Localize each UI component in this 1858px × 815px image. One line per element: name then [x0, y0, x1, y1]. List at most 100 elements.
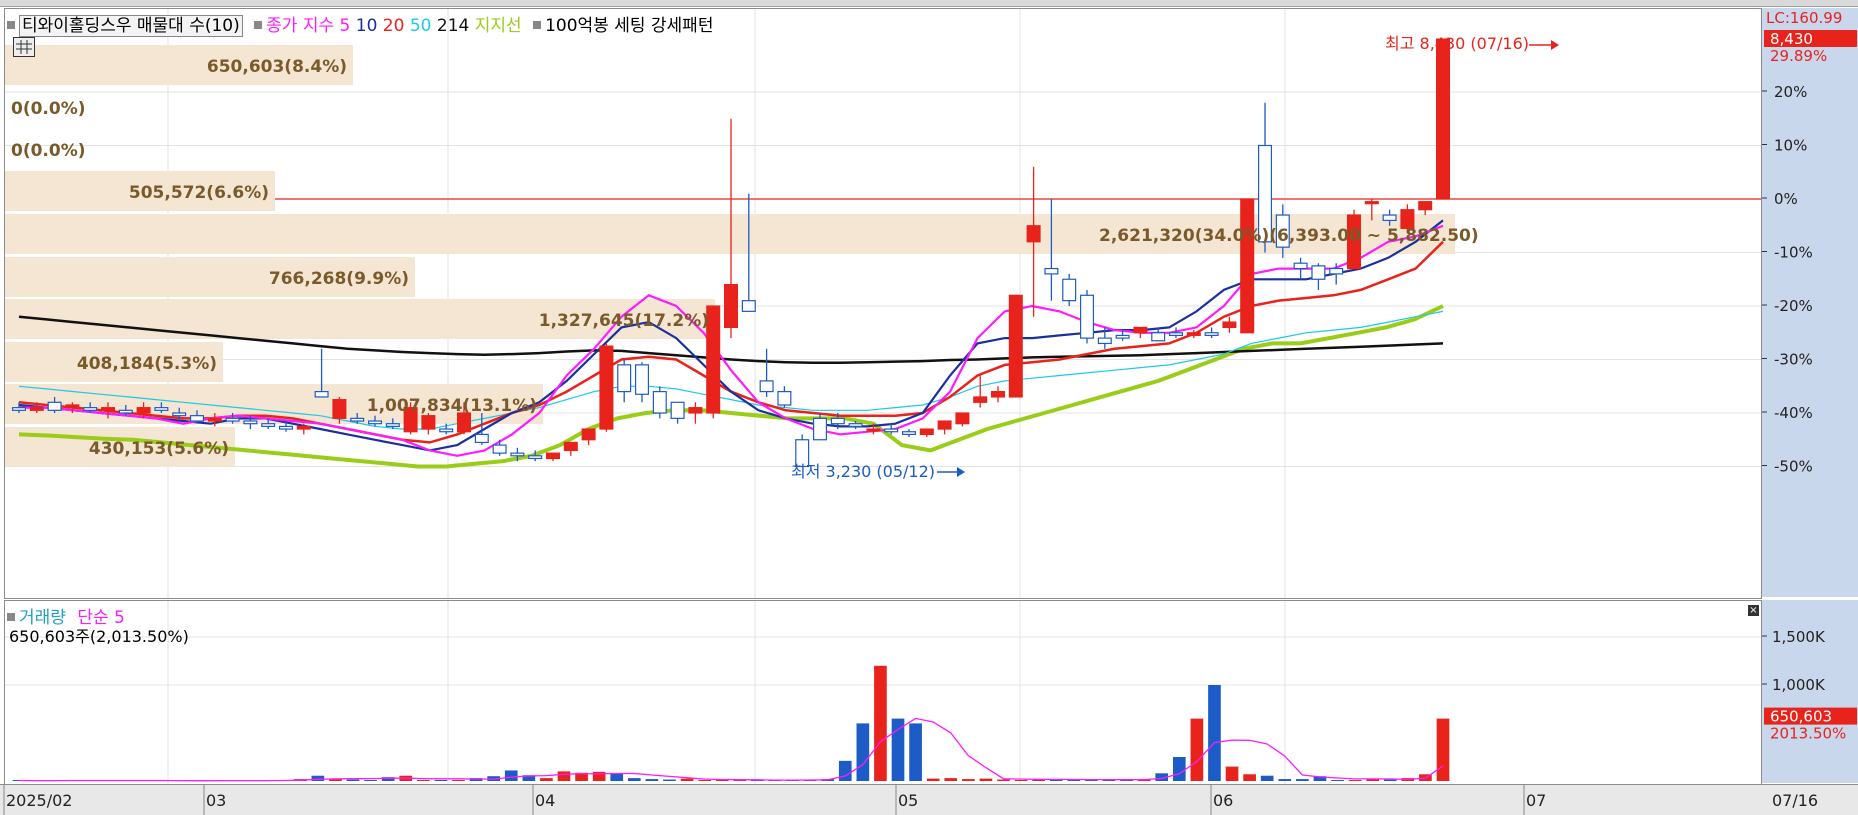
- candle-body: [296, 425, 311, 430]
- price-axis-label: -10%: [1774, 244, 1813, 262]
- volume-bar: [1208, 685, 1221, 781]
- date-axis-label: 07: [1526, 791, 1546, 810]
- volume-profile-label: 1,007,834(13.1%): [367, 396, 537, 416]
- candle-body: [599, 345, 614, 430]
- legend-ma20[interactable]: 20: [383, 16, 405, 36]
- legend-ma10[interactable]: 10: [356, 16, 378, 36]
- date-axis-label: 2025/02: [6, 791, 72, 810]
- volume-bar: [997, 779, 1010, 781]
- current-date-label: 07/16: [1772, 791, 1818, 810]
- legend-handle-icon[interactable]: [254, 21, 263, 29]
- price-chart-svg[interactable]: 650,603(8.4%) 0(0.0%) 0(0.0%) 505,572(6.6%)…: [5, 9, 1761, 598]
- volume-bar: [504, 770, 518, 781]
- legend-handle-icon[interactable]: [7, 21, 15, 29]
- volume-panel[interactable]: 거래량 단순 5 650,603주(2,013.50%) ×: [4, 600, 1762, 785]
- price-axis-svg: LC:160.99 8,43029.89% 20% 10% 0% -10% -20% -30%…: [1762, 9, 1857, 476]
- candle-body: [314, 391, 329, 398]
- volume-bar: [874, 665, 887, 781]
- candle-body: [65, 404, 80, 409]
- volume-bar: [1348, 780, 1362, 781]
- candle-body: [777, 391, 792, 406]
- candle-body: [1382, 214, 1397, 222]
- volume-axis[interactable]: 1,500K 1,000K 650,603 2013.50%: [1761, 600, 1858, 783]
- date-axis[interactable]: 2025/02 03 04 05 06 07 07/16: [0, 784, 1858, 815]
- candle-body: [83, 407, 98, 411]
- volume-bar: [891, 718, 905, 781]
- legend-handle-icon[interactable]: [533, 21, 542, 29]
- volume-bar: [838, 760, 852, 781]
- candle-body: [154, 407, 169, 411]
- date-axis-label: 06: [1213, 791, 1233, 810]
- candle-body: [723, 284, 739, 329]
- price-axis-label: 20%: [1774, 83, 1807, 101]
- candle-body: [634, 364, 650, 395]
- price-axis-label: -20%: [1774, 297, 1813, 315]
- candle-body: [848, 423, 863, 427]
- low-arrow-icon: [957, 467, 965, 477]
- candle-body: [510, 452, 525, 457]
- volume-bar: [434, 780, 448, 781]
- volume-axis-svg: 1,500K 1,000K 650,6032013.50%: [1762, 628, 1857, 743]
- volume-profile-label: 430,153(5.6%): [89, 439, 229, 459]
- legend-handle-icon[interactable]: [7, 613, 15, 621]
- candle-body: [118, 409, 133, 414]
- candle-body: [1186, 332, 1201, 337]
- price-axis[interactable]: LC:160.99 8,430 29.89% 20% 10% 0% -10% -20% -30%…: [1761, 8, 1858, 597]
- volume-profile-label: 505,572(6.6%): [129, 183, 269, 203]
- candle-body: [973, 396, 988, 403]
- candle-body: [29, 407, 44, 411]
- legend-ma50[interactable]: 50: [410, 16, 432, 36]
- candle-body: [617, 364, 632, 393]
- candle-body: [830, 417, 845, 425]
- candle-body: [243, 420, 258, 425]
- volume-axis-label: 1,000K: [1772, 676, 1826, 694]
- candle-body: [492, 444, 507, 454]
- volume-profile-label: 2,621,320(34.0%)(6,393.00 ~ 5,882.50): [1099, 226, 1479, 246]
- candle-body: [1168, 332, 1184, 337]
- volume-bar: [1260, 775, 1274, 781]
- price-legend: 티와이홀딩스우 매물대 수(10) 종가 지수 5 10 20 50 214 지…: [7, 11, 713, 37]
- candle-body: [919, 428, 934, 435]
- volume-bar: [557, 771, 571, 781]
- current-volume-pct: 2013.50%: [1770, 725, 1846, 743]
- grid-table-icon[interactable]: [13, 37, 35, 57]
- volume-profile-label: 650,603(8.4%): [207, 57, 347, 77]
- volume-bar: [926, 778, 940, 781]
- close-icon[interactable]: ×: [1748, 605, 1759, 616]
- price-panel[interactable]: 650,603(8.4%) 0(0.0%) 0(0.0%) 505,572(6.6%)…: [4, 8, 1762, 599]
- volume-axis-label: 1,500K: [1772, 628, 1826, 646]
- volume-info: 650,603주(2,013.50%): [9, 627, 189, 646]
- volume-profile-label: 766,268(9.9%): [269, 269, 409, 289]
- candle-body: [1222, 321, 1237, 328]
- volume-bar: [627, 778, 641, 781]
- candle-body: [866, 428, 881, 432]
- candle-body: [688, 407, 703, 414]
- candle-body: [901, 431, 917, 436]
- legend-ma5[interactable]: 종가 지수 5: [266, 16, 350, 36]
- current-volume-value: 650,603: [1770, 708, 1832, 726]
- candle-body: [884, 428, 899, 433]
- date-axis-label: 04: [535, 791, 555, 810]
- low-annotation: 최저 3,230 (05/12): [791, 462, 935, 481]
- candle-body: [136, 407, 151, 414]
- legend-stock-name[interactable]: 티와이홀딩스우 매물대 수(10): [19, 15, 243, 37]
- volume-bar: [311, 775, 325, 781]
- volume-bar: [962, 779, 975, 781]
- candle-body: [261, 423, 276, 427]
- volume-bar: [944, 778, 958, 781]
- legend-pattern[interactable]: 100억봉 세팅 강세패턴: [545, 16, 713, 36]
- legend-ma214[interactable]: 214: [437, 16, 469, 36]
- candle-body: [937, 420, 952, 430]
- volume-bar: [1243, 774, 1256, 781]
- candle-body: [1133, 326, 1148, 334]
- candle-body: [812, 417, 828, 441]
- price-axis-label: -30%: [1774, 351, 1813, 369]
- candle-body: [955, 412, 970, 425]
- volume-bar: [417, 780, 430, 781]
- legend-support[interactable]: 지지선: [475, 16, 522, 36]
- volume-chart-svg[interactable]: [5, 601, 1761, 784]
- volume-bar: [610, 773, 624, 781]
- candle-body: [545, 452, 561, 460]
- candle-body: [385, 423, 400, 427]
- candle-body: [1329, 267, 1344, 275]
